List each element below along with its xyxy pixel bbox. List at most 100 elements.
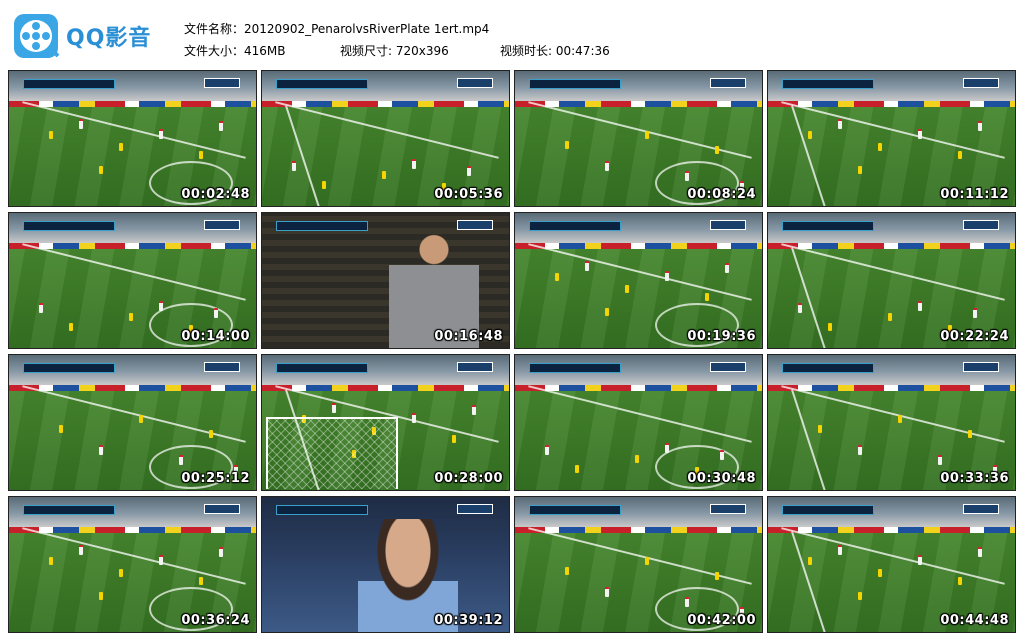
scoreboard-overlay	[782, 221, 874, 231]
video-thumbnail[interactable]: 00:19:36	[514, 212, 763, 349]
player	[818, 425, 822, 433]
player	[219, 121, 223, 131]
logo-text: QQ影音	[66, 26, 152, 51]
video-thumbnail[interactable]: 00:36:24	[8, 496, 257, 633]
channel-logo-overlay	[710, 504, 746, 514]
video-thumbnail[interactable]: 00:25:12	[8, 354, 257, 491]
thumbnail-timestamp: 00:19:36	[687, 329, 756, 344]
video-thumbnail[interactable]: 00:28:00	[261, 354, 510, 491]
scoreboard-overlay	[276, 505, 368, 515]
player	[99, 445, 103, 455]
player	[978, 121, 982, 131]
player	[79, 119, 83, 129]
video-thumbnail[interactable]: 00:44:48	[767, 496, 1016, 633]
player	[565, 567, 569, 575]
player	[69, 323, 73, 331]
scoreboard-overlay	[23, 221, 115, 231]
video-thumbnail[interactable]: 00:33:36	[767, 354, 1016, 491]
thumbnail-timestamp: 00:05:36	[434, 187, 503, 202]
video-thumbnail[interactable]: 00:30:48	[514, 354, 763, 491]
channel-logo-overlay	[963, 504, 999, 514]
scoreboard-overlay	[23, 363, 115, 373]
thumbnail-timestamp: 00:44:48	[940, 613, 1009, 628]
thumbnail-timestamp: 00:02:48	[181, 187, 250, 202]
player	[119, 569, 123, 577]
video-thumbnail[interactable]: 00:22:24	[767, 212, 1016, 349]
player	[49, 557, 53, 565]
player	[199, 151, 203, 159]
channel-logo-overlay	[963, 362, 999, 372]
channel-logo-overlay	[204, 78, 240, 88]
scoreboard-overlay	[782, 363, 874, 373]
player	[412, 159, 416, 169]
scoreboard-overlay	[23, 79, 115, 89]
player	[918, 129, 922, 139]
player	[720, 450, 724, 460]
file-size-value: 416MB	[244, 44, 286, 58]
player	[918, 301, 922, 311]
player	[605, 308, 609, 316]
video-duration: 视频时长: 00:47:36	[500, 44, 610, 58]
thumbnail-timestamp: 00:28:00	[434, 471, 503, 486]
file-details-row: 文件大小：416MB 视频尺寸: 720x396 视频时长: 00:47:36	[184, 40, 610, 62]
scoreboard-overlay	[529, 363, 621, 373]
video-thumbnail[interactable]: 00:02:48	[8, 70, 257, 207]
video-thumbnail[interactable]: 00:08:24	[514, 70, 763, 207]
player	[219, 547, 223, 557]
video-thumbnail[interactable]: 00:42:00	[514, 496, 763, 633]
thumbnail-timestamp: 00:25:12	[181, 471, 250, 486]
video-duration-value: 00:47:36	[555, 44, 610, 58]
player	[858, 166, 862, 174]
player	[452, 435, 456, 443]
thumbnail-timestamp: 00:42:00	[687, 613, 756, 628]
player	[139, 415, 143, 423]
player	[685, 171, 689, 181]
player	[808, 131, 812, 139]
thumbnail-timestamp: 00:22:24	[940, 329, 1009, 344]
player	[412, 413, 416, 423]
player	[715, 572, 719, 580]
thumbnail-timestamp: 00:16:48	[434, 329, 503, 344]
file-name-label: 文件名称：	[184, 22, 245, 36]
player	[838, 119, 842, 129]
channel-logo-overlay	[710, 78, 746, 88]
channel-logo-overlay	[204, 362, 240, 372]
player	[725, 263, 729, 273]
player	[645, 557, 649, 565]
video-thumbnail[interactable]: 00:14:00	[8, 212, 257, 349]
video-thumbnail[interactable]: 00:05:36	[261, 70, 510, 207]
scoreboard-overlay	[782, 505, 874, 515]
player	[382, 171, 386, 179]
thumbnail-timestamp: 00:08:24	[687, 187, 756, 202]
goal-net	[266, 417, 398, 489]
player	[858, 445, 862, 455]
thumbnail-timestamp: 00:36:24	[181, 613, 250, 628]
scoreboard-overlay	[529, 505, 621, 515]
player	[645, 131, 649, 139]
channel-logo-overlay	[457, 78, 493, 88]
player	[918, 555, 922, 565]
video-thumbnail[interactable]: 00:39:12	[261, 496, 510, 633]
player	[99, 166, 103, 174]
scoreboard-overlay	[23, 505, 115, 515]
channel-logo-overlay	[710, 220, 746, 230]
player	[59, 425, 63, 433]
scoreboard-overlay	[276, 79, 368, 89]
player	[605, 161, 609, 171]
player	[838, 545, 842, 555]
channel-logo-overlay	[963, 78, 999, 88]
scoreboard-overlay	[529, 221, 621, 231]
thumbnail-timestamp: 00:39:12	[434, 613, 503, 628]
player	[705, 293, 709, 301]
player	[332, 403, 336, 413]
player	[828, 323, 832, 331]
player	[625, 285, 629, 293]
thumbnail-timestamp: 00:33:36	[940, 471, 1009, 486]
player	[968, 430, 972, 438]
video-thumbnail[interactable]: 00:11:12	[767, 70, 1016, 207]
video-thumbnail[interactable]: 00:16:48	[261, 212, 510, 349]
channel-logo-overlay	[963, 220, 999, 230]
player	[958, 577, 962, 585]
player	[179, 455, 183, 465]
thumbnail-timestamp: 00:11:12	[940, 187, 1009, 202]
